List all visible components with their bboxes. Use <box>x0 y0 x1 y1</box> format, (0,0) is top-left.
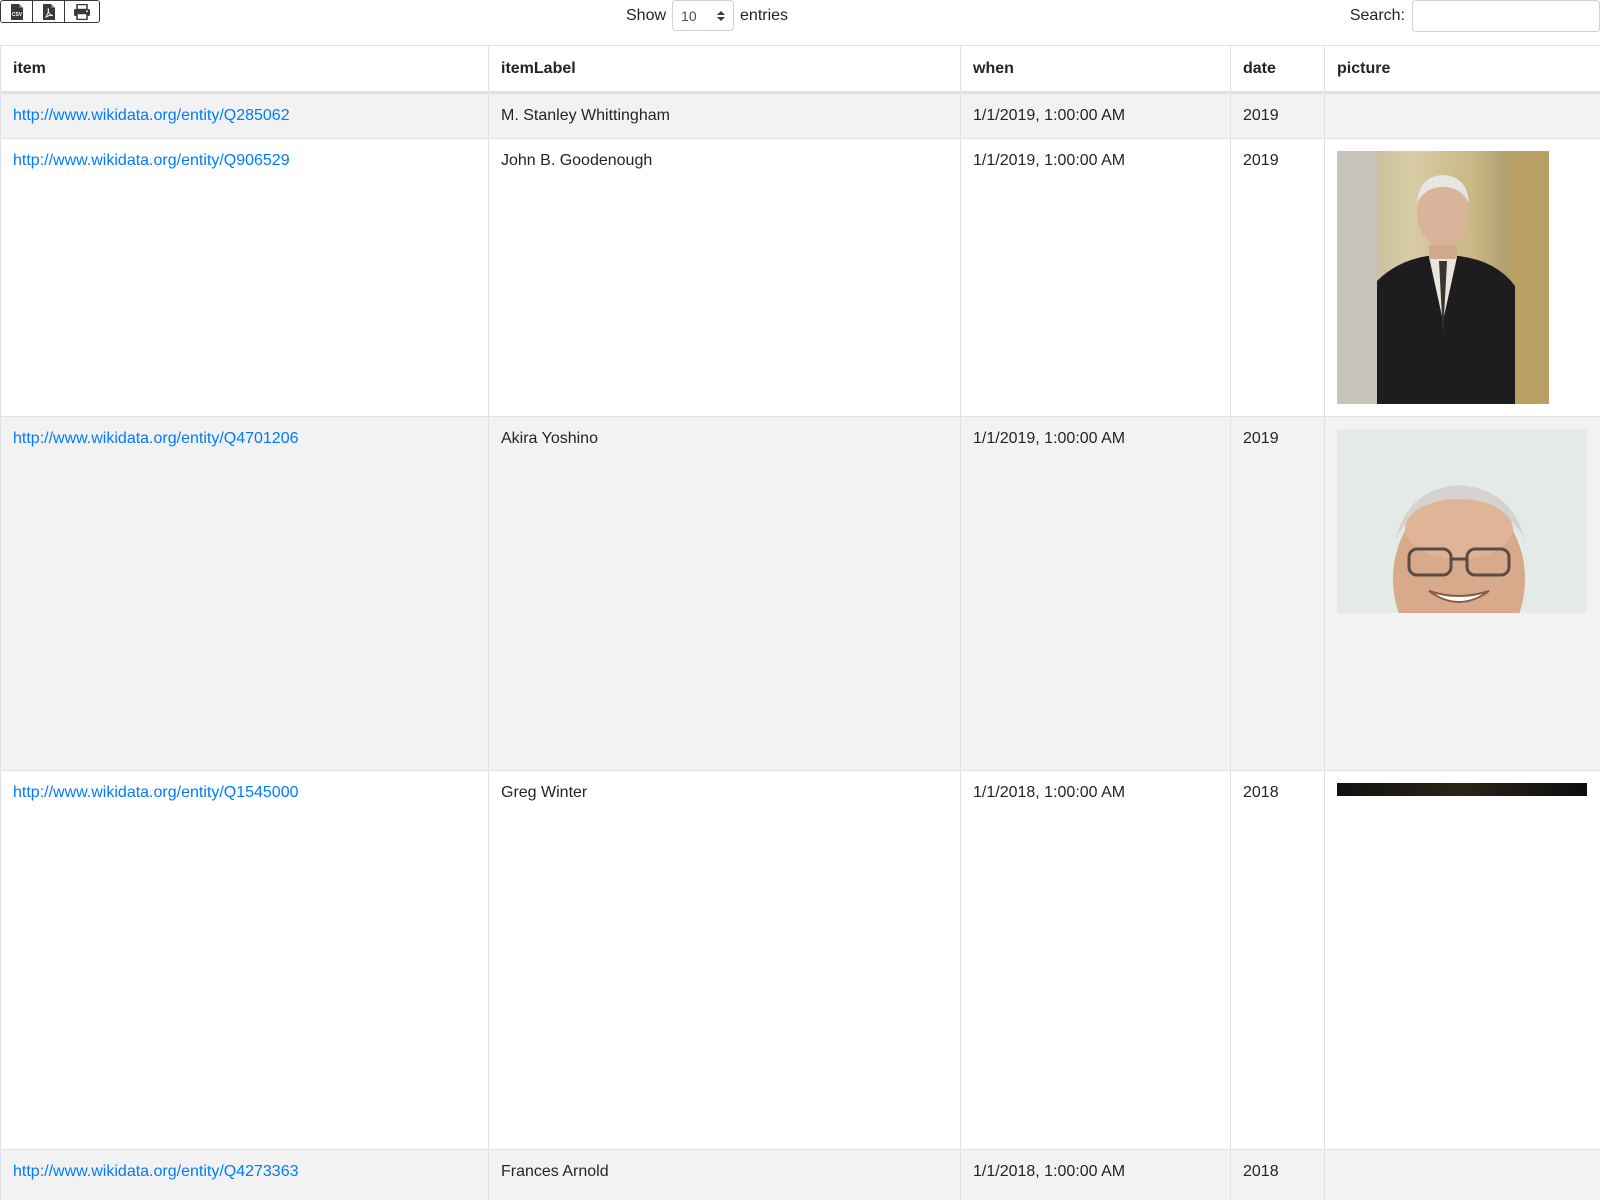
csv-file-icon: CSV <box>10 3 23 20</box>
date-cell: 2019 <box>1230 416 1325 771</box>
item-link[interactable]: http://www.wikidata.org/entity/Q1545000 <box>13 784 299 801</box>
table-row: http://www.wikidata.org/entity/Q1545000 … <box>0 770 1600 1150</box>
item-label-cell: M. Stanley Whittingham <box>488 92 961 139</box>
column-header-itemlabel[interactable]: itemLabel <box>488 45 961 94</box>
item-link[interactable]: http://www.wikidata.org/entity/Q4273363 <box>13 1163 299 1180</box>
item-link[interactable]: http://www.wikidata.org/entity/Q285062 <box>13 107 290 124</box>
portrait-image <box>1337 151 1549 404</box>
when-cell: 1/1/2019, 1:00:00 AM <box>960 416 1231 771</box>
item-link[interactable]: http://www.wikidata.org/entity/Q4701206 <box>13 430 299 447</box>
column-header-when[interactable]: when <box>960 45 1231 94</box>
date-cell: 2018 <box>1230 770 1325 1150</box>
page-length-value: 10 <box>681 7 697 24</box>
when-cell: 1/1/2019, 1:00:00 AM <box>960 92 1231 139</box>
page-length-select[interactable]: 10 <box>672 0 735 31</box>
picture-cell <box>1324 770 1600 1150</box>
portrait-image <box>1337 783 1587 796</box>
date-cell: 2018 <box>1230 1149 1325 1200</box>
csv-export-button[interactable]: CSV <box>1 1 33 22</box>
entries-label: entries <box>740 6 789 24</box>
table-row: http://www.wikidata.org/entity/Q4273363 … <box>0 1149 1600 1200</box>
table-row: http://www.wikidata.org/entity/Q4701206 … <box>0 416 1600 771</box>
export-button-group: CSV <box>0 0 100 23</box>
pdf-file-icon <box>42 3 55 20</box>
pdf-export-button[interactable] <box>33 1 65 22</box>
print-button[interactable] <box>65 1 99 22</box>
picture-cell <box>1324 416 1600 771</box>
date-cell: 2019 <box>1230 138 1325 417</box>
table-row: http://www.wikidata.org/entity/Q285062 M… <box>0 92 1600 139</box>
printer-icon <box>74 3 90 20</box>
column-header-date[interactable]: date <box>1230 45 1325 94</box>
results-table: item itemLabel when date picture http://… <box>0 45 1600 1200</box>
search-label: Search: <box>1349 7 1405 24</box>
column-header-picture[interactable]: picture <box>1324 45 1600 94</box>
item-label-cell: Akira Yoshino <box>488 416 961 771</box>
portrait-image <box>1337 429 1587 613</box>
picture-cell <box>1324 138 1600 417</box>
select-arrows-icon <box>717 10 726 21</box>
item-label-cell: Greg Winter <box>488 770 961 1150</box>
when-cell: 1/1/2018, 1:00:00 AM <box>960 1149 1231 1200</box>
show-label: Show <box>626 6 667 24</box>
picture-cell <box>1324 1149 1600 1200</box>
item-link[interactable]: http://www.wikidata.org/entity/Q906529 <box>13 152 290 169</box>
date-cell: 2019 <box>1230 92 1325 139</box>
column-header-item[interactable]: item <box>0 45 489 94</box>
table-row: http://www.wikidata.org/entity/Q906529 J… <box>0 138 1600 417</box>
page-length-control: Show 10 entries <box>626 0 788 31</box>
when-cell: 1/1/2019, 1:00:00 AM <box>960 138 1231 417</box>
item-label-cell: Frances Arnold <box>488 1149 961 1200</box>
item-label-cell: John B. Goodenough <box>488 138 961 417</box>
svg-text:CSV: CSV <box>11 12 22 18</box>
search-input[interactable] <box>1412 0 1600 32</box>
picture-cell <box>1324 92 1600 139</box>
search-control: Search: <box>1350 0 1600 32</box>
when-cell: 1/1/2018, 1:00:00 AM <box>960 770 1231 1150</box>
table-header-row: item itemLabel when date picture <box>0 45 1600 94</box>
